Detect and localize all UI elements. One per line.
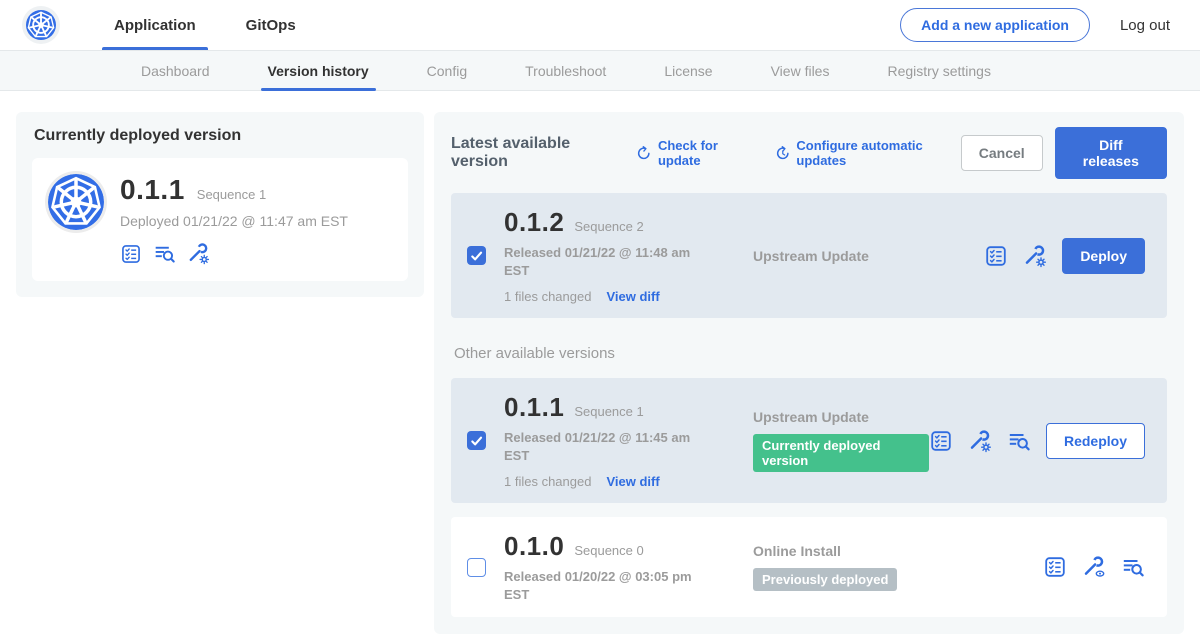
deployed-timestamp: Deployed 01/21/22 @ 11:47 am EST [120,213,348,229]
clock-refresh-icon [775,145,791,162]
preflight-checklist-icon[interactable] [984,244,1008,268]
preflight-checklist-icon[interactable] [1043,555,1067,579]
view-diff-link[interactable]: View diff [606,474,659,489]
version-checkbox-0-1-0[interactable] [467,558,486,577]
version-card-0-1-2: 0.1.2 Sequence 2 Released 01/21/22 @ 11:… [451,193,1167,318]
deploy-logs-icon[interactable] [1007,429,1031,453]
version-source-label: Online Install [753,543,841,559]
tab-dashboard[interactable]: Dashboard [112,51,239,90]
deploy-button[interactable]: Deploy [1062,238,1145,274]
config-gear-icon[interactable] [1023,244,1047,268]
version-checkbox-0-1-1[interactable] [467,431,486,450]
app-subnav: Dashboard Version history Config Trouble… [0,50,1200,91]
diff-releases-button[interactable]: Diff releases [1055,127,1167,179]
checkmark-icon [469,433,484,448]
currently-deployed-panel: Currently deployed version 0.1.1 Sequenc… [16,112,424,297]
sequence-label: Sequence 0 [574,543,643,558]
config-gear-icon[interactable] [187,242,210,265]
version-number: 0.1.1 [504,392,564,423]
app-logo [22,6,60,44]
version-number: 0.1.2 [504,207,564,238]
released-timestamp: Released 01/20/22 @ 03:05 pm EST [504,568,704,603]
released-timestamp: Released 01/21/22 @ 11:45 am EST [504,429,704,464]
tab-config[interactable]: Config [398,51,496,90]
deployed-sequence-label: Sequence 1 [197,187,266,202]
other-available-versions-title: Other available versions [454,345,1167,362]
deploy-logs-icon[interactable] [153,242,176,265]
configure-updates-label: Configure automatic updates [796,138,960,168]
previously-deployed-badge: Previously deployed [753,568,897,591]
latest-available-title: Latest available version [451,135,616,171]
check-for-update-link[interactable]: Check for update [636,138,754,168]
kubernetes-app-icon [48,174,104,230]
released-timestamp: Released 01/21/22 @ 11:48 am EST [504,244,704,279]
header-tab-gitops[interactable]: GitOps [234,0,308,50]
deploy-logs-icon[interactable] [1121,555,1145,579]
tab-view-files[interactable]: View files [742,51,859,90]
version-number: 0.1.0 [504,531,564,562]
tab-registry-settings[interactable]: Registry settings [858,51,1019,90]
version-card-0-1-1: 0.1.1 Sequence 1 Released 01/21/22 @ 11:… [451,378,1167,503]
files-changed-label: 1 files changed [504,474,591,489]
tab-license[interactable]: License [635,51,741,90]
files-changed-label: 1 files changed [504,289,591,304]
preflight-checklist-icon[interactable] [929,429,953,453]
currently-deployed-title: Currently deployed version [34,127,408,145]
tab-version-history[interactable]: Version history [239,51,398,90]
version-source-label: Upstream Update [753,409,869,425]
sequence-label: Sequence 1 [574,404,643,419]
config-view-icon[interactable] [1082,555,1106,579]
tab-troubleshoot[interactable]: Troubleshoot [496,51,635,90]
config-gear-icon[interactable] [968,429,992,453]
deployed-version-card: 0.1.1 Sequence 1 Deployed 01/21/22 @ 11:… [32,158,408,281]
preflight-checklist-icon[interactable] [120,243,142,265]
cancel-button[interactable]: Cancel [961,135,1043,171]
version-checkbox-0-1-2[interactable] [467,246,486,265]
version-card-0-1-0: 0.1.0 Sequence 0 Released 01/20/22 @ 03:… [451,517,1167,617]
refresh-icon [636,145,652,162]
kubernetes-logo-icon [26,10,56,40]
view-diff-link[interactable]: View diff [606,289,659,304]
currently-deployed-badge: Currently deployed version [753,434,929,472]
add-new-application-button[interactable]: Add a new application [900,8,1090,42]
redeploy-button[interactable]: Redeploy [1046,423,1145,459]
sequence-label: Sequence 2 [574,219,643,234]
deployed-version-number: 0.1.1 [120,174,185,206]
main-content: Currently deployed version 0.1.1 Sequenc… [0,91,1200,634]
top-header: Application GitOps Add a new application… [0,0,1200,50]
available-versions-panel: Latest available version Check for updat… [434,112,1184,634]
available-header: Latest available version Check for updat… [451,127,1167,179]
version-source-label: Upstream Update [753,248,869,264]
configure-automatic-updates-link[interactable]: Configure automatic updates [775,138,961,168]
check-for-update-label: Check for update [658,138,755,168]
logout-button[interactable]: Log out [1120,17,1170,34]
checkmark-icon [469,248,484,263]
header-tab-application[interactable]: Application [102,0,208,50]
